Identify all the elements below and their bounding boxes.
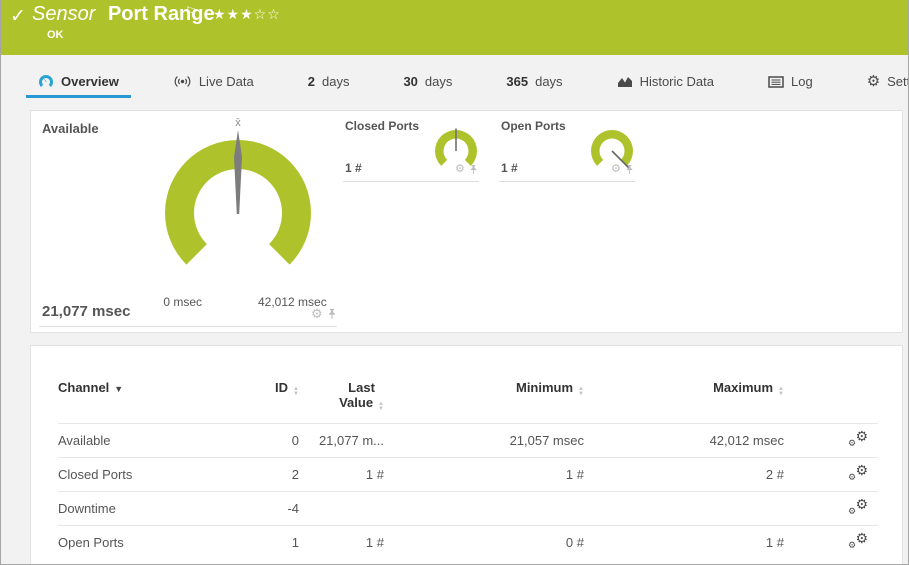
channel-last-value: 1 #: [501, 161, 518, 175]
tab-settings[interactable]: ⚙ Settings: [855, 68, 909, 98]
column-header-edit: [784, 380, 878, 424]
cell-minimum: [384, 491, 584, 526]
live-data-icon: [174, 76, 191, 87]
cell-id: 0: [243, 423, 299, 458]
cell-channel: Available: [58, 423, 243, 458]
cell-minimum: 1 #: [384, 457, 584, 492]
cell-id: 2: [243, 457, 299, 492]
tab-30-days-number: 30: [403, 74, 418, 89]
edit-channel-gears-icon[interactable]: ⚙ ⚙: [848, 531, 868, 550]
flag-icon[interactable]: ⚐: [185, 4, 197, 20]
table-row: Downtime -4 ⚙ ⚙: [58, 491, 878, 526]
column-header-minimum[interactable]: Minimum ▲ ▼: [384, 380, 584, 424]
column-header-channel[interactable]: Channel ▼: [58, 380, 243, 424]
cell-minimum: 0 #: [384, 525, 584, 559]
tab-overview[interactable]: Overview: [26, 68, 131, 98]
historic-chart-icon: [617, 77, 632, 87]
tab-bar: Overview Live Data 2 days 30 days 365 da…: [26, 66, 908, 98]
sensor-header: ✓ Sensor Port Range ⚐ ★★★☆☆ OK: [1, 0, 908, 55]
prtg-sensor-page: ✓ Sensor Port Range ⚐ ★★★☆☆ OK Overview: [0, 0, 909, 565]
status-badge: OK: [47, 29, 64, 41]
cell-last-value: 21,077 m...: [299, 423, 384, 458]
status-ok-icon: ✓: [10, 6, 26, 27]
column-header-last-value[interactable]: Last Value ▲ ▼: [299, 380, 384, 424]
tab-2-days[interactable]: 2 days: [296, 68, 362, 98]
tab-log-label: Log: [790, 74, 813, 89]
tab-30-days-label: days: [424, 74, 453, 89]
stars-empty: ☆☆: [253, 6, 281, 22]
sort-caret-icon: ▼: [114, 384, 124, 394]
tab-historic-data[interactable]: Historic Data: [605, 68, 726, 98]
cell-channel: Open Ports: [58, 525, 243, 559]
tab-365-days[interactable]: 365 days: [494, 68, 574, 98]
pin-icon[interactable]: [327, 308, 337, 320]
sort-arrows-icon: ▲ ▼: [578, 386, 584, 397]
cell-maximum: 42,012 msec: [584, 423, 784, 458]
cell-maximum: 2 #: [584, 457, 784, 492]
edit-channel-gears-icon[interactable]: ⚙ ⚙: [848, 497, 868, 516]
tab-log[interactable]: Log: [756, 68, 825, 98]
sensor-name: Port Range: [107, 3, 215, 25]
edit-channel-gears-icon[interactable]: ⚙ ⚙: [848, 463, 868, 482]
tab-settings-label: Settings: [887, 74, 909, 89]
channel-table-panel: Channel ▼ ID ▲ ▼ Last Value ▲ ▼ Minimum ▲ ▼ Maxi…: [30, 345, 903, 564]
gauge-settings-gear-icon[interactable]: ⚙: [455, 164, 465, 175]
tab-live-data[interactable]: Live Data: [161, 68, 266, 98]
channel-last-value: 1 #: [345, 161, 362, 175]
cell-maximum: 1 #: [584, 525, 784, 559]
gauge-icon: [39, 75, 53, 87]
gauges-panel: Available x̄ 0 msec 42,012 msec 21,077 m…: [30, 110, 903, 333]
gauge-card-open-ports: Open Ports 1 # ⚙: [499, 117, 635, 182]
object-kind-label: Sensor: [32, 3, 96, 25]
edit-channel-gears-icon[interactable]: ⚙ ⚙: [848, 429, 868, 448]
cell-last-value: 1 #: [299, 525, 384, 559]
cell-id: -4: [243, 491, 299, 526]
sort-arrows-icon: ▲ ▼: [778, 386, 784, 397]
mean-marker: x̄: [235, 117, 241, 129]
pin-icon[interactable]: [625, 164, 634, 175]
cell-channel: Downtime: [58, 491, 243, 526]
column-header-maximum[interactable]: Maximum ▲ ▼: [584, 380, 784, 424]
gauge-title: Closed Ports: [345, 119, 420, 133]
tab-365-days-number: 365: [506, 74, 529, 89]
cell-channel: Closed Ports: [58, 457, 243, 492]
available-gauge: x̄: [165, 117, 311, 265]
gauge-title: Open Ports: [501, 119, 566, 133]
gauge-min-label: 0 msec: [163, 295, 202, 309]
table-row: Open Ports 1 1 # 0 # 1 # ⚙ ⚙: [58, 525, 878, 559]
cell-last-value: 1 #: [299, 457, 384, 492]
tab-30-days[interactable]: 30 days: [391, 68, 464, 98]
tab-overview-label: Overview: [61, 74, 119, 89]
channel-last-value: 21,077 msec: [42, 303, 131, 320]
tab-2-days-label: days: [321, 74, 350, 89]
tab-historic-data-label: Historic Data: [639, 74, 714, 89]
gauge-settings-gear-icon[interactable]: ⚙: [311, 307, 323, 320]
pin-icon[interactable]: [469, 164, 478, 175]
stars-filled: ★★★: [213, 6, 254, 22]
settings-gear-icon: ⚙: [866, 73, 881, 90]
sort-arrows-icon: ▲ ▼: [293, 386, 299, 397]
tab-2-days-number: 2: [307, 74, 315, 89]
table-row: Available 0 21,077 m... 21,057 msec 42,0…: [58, 423, 878, 458]
table-row: Closed Ports 2 1 # 1 # 2 # ⚙ ⚙: [58, 457, 878, 492]
cell-last-value: [299, 491, 384, 526]
tab-live-data-label: Live Data: [198, 74, 254, 89]
log-list-icon: [768, 75, 784, 88]
sort-arrows-icon: ▲ ▼: [378, 401, 384, 412]
table-header-row: Channel ▼ ID ▲ ▼ Last Value ▲ ▼ Minimum ▲ ▼ Maxi…: [58, 380, 878, 424]
priority-stars[interactable]: ★★★☆☆: [213, 6, 281, 23]
tab-365-days-label: days: [535, 74, 563, 89]
gauge-card-closed-ports: Closed Ports 1 # ⚙: [343, 117, 479, 182]
channel-table: Channel ▼ ID ▲ ▼ Last Value ▲ ▼ Minimum ▲ ▼ Maxi…: [58, 380, 878, 559]
gauge-settings-gear-icon[interactable]: ⚙: [611, 164, 621, 175]
cell-id: 1: [243, 525, 299, 559]
column-header-id[interactable]: ID ▲ ▼: [243, 380, 299, 424]
cell-minimum: 21,057 msec: [384, 423, 584, 458]
gauge-card-available: Available x̄ 0 msec 42,012 msec 21,077 m…: [39, 117, 337, 327]
cell-maximum: [584, 491, 784, 526]
